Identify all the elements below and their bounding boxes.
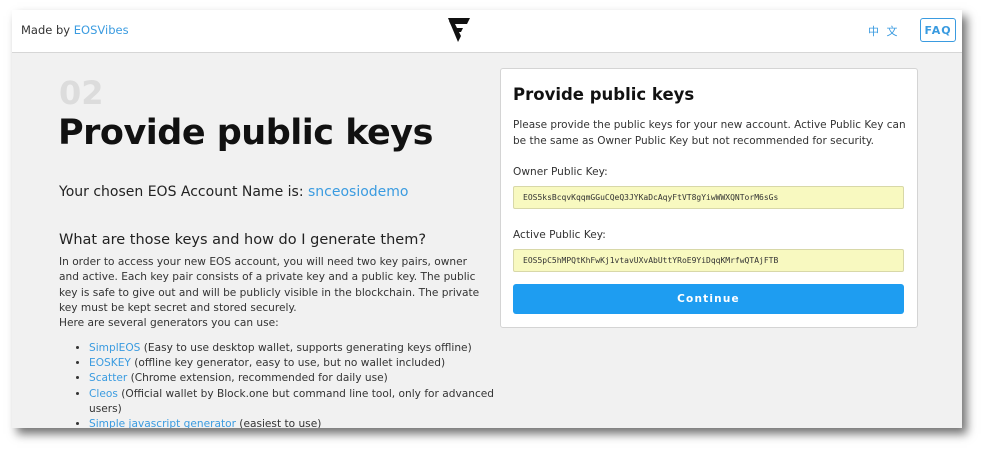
- list-item: Simple javascript generator (easiest to …: [89, 417, 509, 428]
- form-title: Provide public keys: [513, 85, 695, 104]
- generator-description: (easiest to use): [235, 418, 322, 428]
- list-item: SimplEOS (Easy to use desktop wallet, su…: [89, 341, 509, 356]
- owner-key-input[interactable]: EOS5ksBcqvKqqmGGuCQeQ3JYKaDcAqyFtVT8gYiw…: [513, 186, 904, 209]
- generator-list: SimplEOS (Easy to use desktop wallet, su…: [59, 341, 509, 428]
- continue-button[interactable]: Continue: [513, 284, 904, 314]
- javascript-generator-link[interactable]: Simple javascript generator: [89, 418, 236, 428]
- generator-description: (Official wallet by Block.one but comman…: [89, 387, 495, 415]
- active-key-input[interactable]: EOS5pC5hMPQtKhFwKj1vtavUXvAbUttYRoE9YiDq…: [513, 249, 904, 272]
- faq-button[interactable]: FAQ: [920, 18, 956, 42]
- owner-key-label: Owner Public Key:: [513, 166, 608, 178]
- list-item: Scatter (Chrome extension, recommended f…: [89, 371, 509, 386]
- intro-paragraph: In order to access your new EOS account,…: [59, 256, 480, 314]
- chosen-account-line: Your chosen EOS Account Name is: snceosi…: [59, 184, 409, 200]
- list-item: Cleos (Official wallet by Block.one but …: [89, 387, 509, 417]
- eoskey-link[interactable]: EOSKEY: [89, 357, 131, 369]
- form-description: Please provide the public keys for your …: [513, 119, 906, 147]
- scatter-link[interactable]: Scatter: [89, 372, 127, 384]
- app-window: Made by EOSVibes 中 文 FAQ 02 Provide publ…: [12, 10, 962, 428]
- eosvibes-link[interactable]: EOSVibes: [74, 23, 129, 37]
- step-number: 02: [59, 74, 104, 112]
- simpleos-link[interactable]: SimplEOS: [89, 342, 140, 354]
- keys-explanation: In order to access your new EOS account,…: [59, 255, 484, 331]
- top-navigation-bar: Made by EOSVibes 中 文 FAQ: [12, 10, 962, 53]
- list-item: EOSKEY (offline key generator, easy to u…: [89, 356, 509, 371]
- account-prefix: Your chosen EOS Account Name is:: [59, 184, 304, 200]
- keys-section-heading: What are those keys and how do I generat…: [59, 232, 427, 248]
- active-key-label: Active Public Key:: [513, 229, 606, 241]
- generator-description: (offline key generator, easy to use, but…: [130, 357, 446, 370]
- made-by-prefix: Made by: [21, 23, 71, 37]
- language-switch[interactable]: 中 文: [868, 23, 900, 39]
- generator-description: (Chrome extension, recommended for daily…: [127, 372, 388, 385]
- made-by-credit: Made by EOSVibes: [21, 23, 129, 37]
- account-name: snceosiodemo: [308, 184, 409, 200]
- cleos-link[interactable]: Cleos: [89, 388, 118, 400]
- generator-description: (Easy to use desktop wallet, supports ge…: [140, 342, 472, 354]
- eosvibes-logo-icon[interactable]: [447, 17, 471, 43]
- page-title: Provide public keys: [58, 113, 433, 153]
- public-keys-form: Provide public keys Please provide the p…: [500, 68, 918, 328]
- generators-intro: Here are several generators you can use:: [59, 317, 279, 330]
